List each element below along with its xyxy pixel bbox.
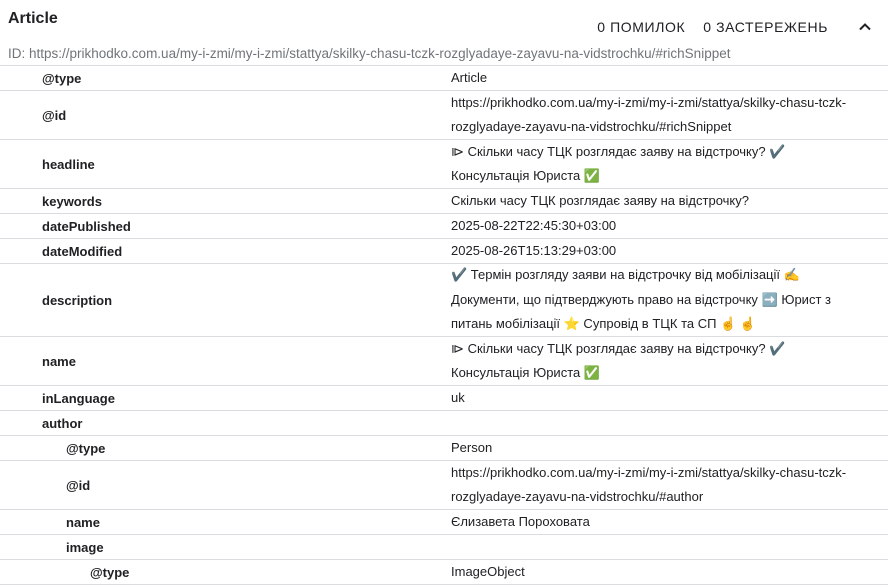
table-row: dateModified 2025-08-26T15:13:29+03:00 — [0, 239, 888, 264]
table-row: description ✔️ Термін розгляду заяви на … — [0, 264, 888, 337]
warnings-count: 0 ЗАСТЕРЕЖЕНЬ — [703, 19, 828, 35]
property-value: 2025-08-22T22:45:30+03:00 — [451, 217, 617, 233]
table-row: author — [0, 411, 888, 436]
property-value: Article — [451, 69, 488, 85]
table-row: @type ImageObject — [0, 560, 888, 585]
property-key: @id — [42, 107, 67, 123]
property-key: headline — [42, 156, 95, 172]
panel-header: Article 0 ПОМИЛОК 0 ЗАСТЕРЕЖЕНЬ — [0, 0, 888, 42]
property-value: 2025-08-26T15:13:29+03:00 — [451, 242, 617, 258]
table-row: @type Article — [0, 66, 888, 91]
property-key: @id — [66, 477, 91, 493]
property-value: https://prikhodko.com.ua/my-i-zmi/my-i-z… — [451, 94, 847, 135]
property-value: Скільки часу ТЦК розглядає заяву на відс… — [451, 192, 749, 208]
table-row: @id https://prikhodko.com.ua/my-i-zmi/my… — [0, 91, 888, 140]
chevron-up-icon[interactable] — [856, 18, 874, 36]
issue-counts: 0 ПОМИЛОК 0 ЗАСТЕРЕЖЕНЬ — [597, 19, 828, 35]
property-value: ⧐ Скільки часу ТЦК розглядає заяву на ві… — [451, 340, 786, 381]
property-key: datePublished — [42, 218, 131, 234]
property-key: inLanguage — [42, 390, 115, 406]
structured-data-panel: Article 0 ПОМИЛОК 0 ЗАСТЕРЕЖЕНЬ ID: http… — [0, 0, 888, 587]
property-key: name — [66, 514, 100, 530]
property-key: name — [42, 353, 76, 369]
property-key: keywords — [42, 193, 102, 209]
property-value: ⧐ Скільки часу ТЦК розглядає заяву на ві… — [451, 143, 786, 184]
table-row: headline ⧐ Скільки часу ТЦК розглядає за… — [0, 140, 888, 189]
property-value: Єлизавета Пороховата — [451, 513, 590, 529]
property-key: @type — [66, 440, 106, 456]
table-row: keywords Скільки часу ТЦК розглядає заяв… — [0, 189, 888, 214]
property-value: Person — [451, 439, 493, 455]
property-key: dateModified — [42, 243, 123, 259]
properties-table: @type Article @id https://prikhodko.com.… — [0, 65, 888, 585]
table-row: @type Person — [0, 436, 888, 461]
table-row: datePublished 2025-08-22T22:45:30+03:00 — [0, 214, 888, 239]
property-key: image — [66, 539, 104, 555]
property-key: @type — [42, 70, 82, 86]
item-title: Article — [8, 10, 58, 27]
property-value: ImageObject — [451, 563, 525, 579]
property-key: author — [42, 415, 83, 431]
property-value: uk — [451, 389, 465, 405]
property-value: ✔️ Термін розгляду заяви на відстрочку в… — [451, 267, 831, 332]
table-row: inLanguage uk — [0, 386, 888, 411]
item-id: ID: https://prikhodko.com.ua/my-i-zmi/my… — [8, 46, 731, 61]
property-key: @type — [90, 564, 130, 580]
table-row: image — [0, 535, 888, 560]
errors-count: 0 ПОМИЛОК — [597, 19, 686, 35]
property-key: description — [42, 292, 113, 308]
table-row: name ⧐ Скільки часу ТЦК розглядає заяву … — [0, 337, 888, 386]
table-row: name Єлизавета Пороховата — [0, 510, 888, 535]
property-value: https://prikhodko.com.ua/my-i-zmi/my-i-z… — [451, 464, 847, 505]
table-row: @id https://prikhodko.com.ua/my-i-zmi/my… — [0, 461, 888, 510]
